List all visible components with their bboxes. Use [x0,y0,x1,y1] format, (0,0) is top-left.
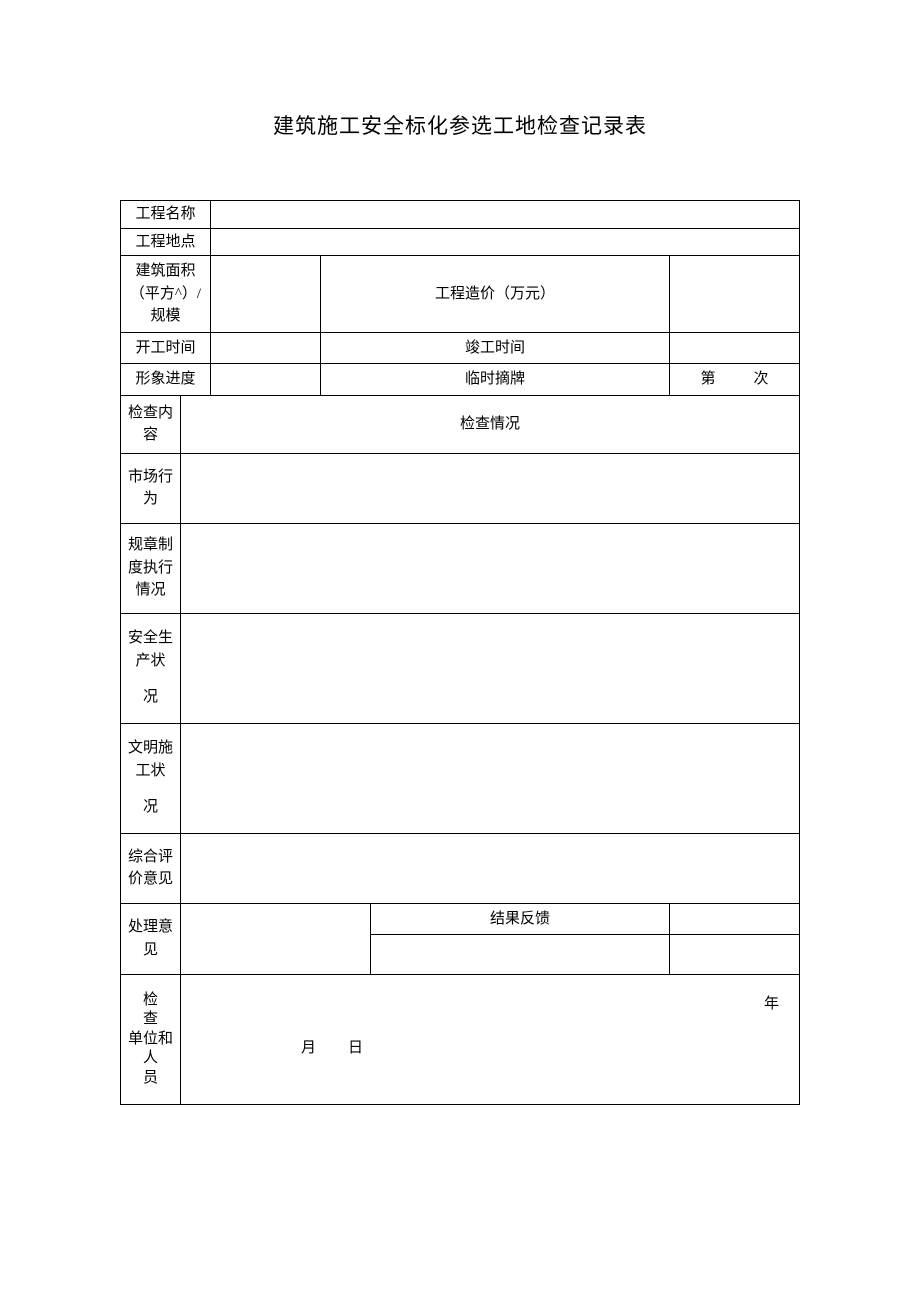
label-progress: 形象进度 [121,364,211,396]
value-feedback-extra1 [371,935,670,975]
label-project-name: 工程名称 [121,201,211,229]
value-feedback-extra2 [670,935,800,975]
label-cost: 工程造价（万元） [321,256,670,333]
label-area-scale: 建筑面积（平方^）/规模 [121,256,211,333]
label-project-loc: 工程地点 [121,228,211,256]
value-handle [181,903,371,975]
label-check-status: 检查情况 [181,395,800,453]
label-civil-l1: 文明施工状 [123,737,178,782]
label-safety-l2: 况 [123,686,178,709]
label-rules-exec: 规章制度执行情况 [121,523,181,613]
value-civil [181,723,800,833]
label-start-time: 开工时间 [121,332,211,364]
value-unit-person: 年 月 日 [181,975,800,1105]
label-year: 年 [764,993,779,1016]
value-rules-exec [181,523,800,613]
label-safety: 安全生产状 况 [121,613,181,723]
page-title: 建筑施工安全标化参选工地检查记录表 [120,110,800,140]
label-civil: 文明施工状 况 [121,723,181,833]
label-civil-l2: 况 [123,796,178,819]
label-check-content: 检查内容 [121,395,181,453]
count-suffix: 次 [754,371,769,387]
label-unit-person: 检查单位和人员 [121,975,181,1105]
label-feedback: 结果反馈 [371,903,670,935]
value-market [181,453,800,523]
label-temp-remove: 临时摘牌 [321,364,670,396]
value-project-name [211,201,800,229]
label-overall: 综合评价意见 [121,833,181,903]
value-area-scale [211,256,321,333]
label-end-time: 竣工时间 [321,332,670,364]
label-market: 市场行为 [121,453,181,523]
value-end-time [670,332,800,364]
inspection-table: 工程名称 工程地点 建筑面积（平方^）/规模 工程造价（万元） 开工时间 竣工时… [120,200,800,1105]
value-start-time [211,332,321,364]
count-prefix: 第 [700,371,715,387]
value-overall [181,833,800,903]
value-count: 第次 [670,364,800,396]
label-safety-l1: 安全生产状 [123,627,178,672]
value-feedback [670,903,800,935]
value-progress [211,364,321,396]
label-month: 月 [301,1040,318,1056]
value-project-loc [211,228,800,256]
value-safety [181,613,800,723]
value-cost [670,256,800,333]
label-handle: 处理意见 [121,903,181,975]
label-day: 日 [348,1040,365,1056]
